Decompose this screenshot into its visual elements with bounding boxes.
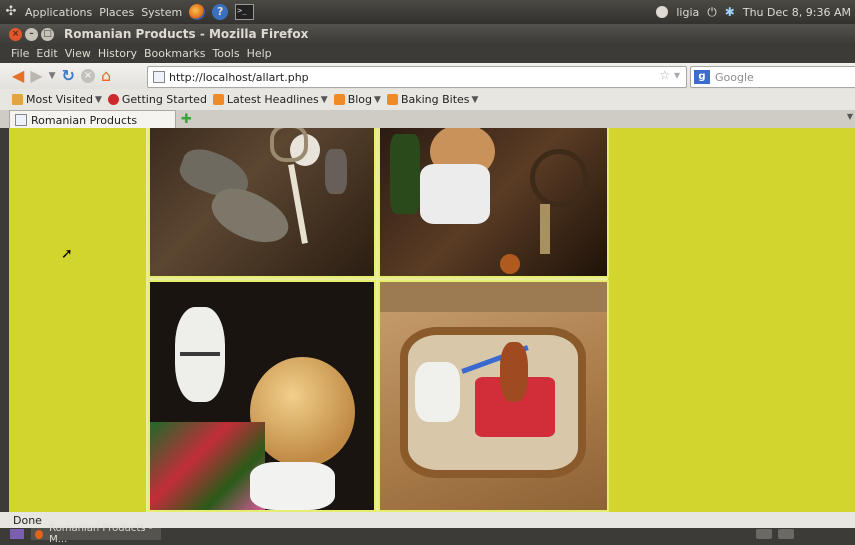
search-placeholder[interactable]: Google xyxy=(715,71,754,84)
bookmark-baking-bites[interactable]: Baking Bites ▼ xyxy=(386,93,479,106)
maximize-window-icon[interactable]: □ xyxy=(41,27,54,41)
taskbar-window-button[interactable]: Romanian Products - M... xyxy=(31,523,161,545)
rss-icon xyxy=(333,94,345,105)
url-text[interactable]: http://localhost/allart.php xyxy=(169,71,309,84)
places-menu[interactable]: Places xyxy=(99,6,134,19)
system-menu[interactable]: System xyxy=(141,6,182,19)
url-bar[interactable]: http://localhost/allart.php ☆ ▾ xyxy=(147,66,687,88)
menu-file[interactable]: File xyxy=(11,47,29,60)
new-tab-icon[interactable]: ✚ xyxy=(181,112,192,127)
menu-edit[interactable]: Edit xyxy=(36,47,57,60)
navigation-toolbar: ◀ ▶ ▼ ↻ × ⌂ http://localhost/allart.php … xyxy=(0,63,855,89)
firefox-icon xyxy=(107,94,119,105)
minimize-window-icon[interactable]: – xyxy=(25,27,38,41)
history-dropdown-icon[interactable]: ▼ xyxy=(49,66,56,86)
menu-history[interactable]: History xyxy=(98,47,137,60)
site-identity-icon[interactable] xyxy=(153,71,165,83)
tab-romanian-products[interactable]: Romanian Products xyxy=(9,110,176,129)
search-input[interactable]: g Google xyxy=(690,66,855,88)
bookmark-most-visited[interactable]: Most Visited ▼ xyxy=(12,93,102,106)
firefox-launcher-icon[interactable] xyxy=(189,4,206,20)
bookmark-label: Baking Bites xyxy=(400,93,470,106)
trash-icon[interactable] xyxy=(778,529,794,539)
window-title: Romanian Products - Mozilla Firefox xyxy=(64,27,309,41)
tab-list-icon[interactable]: ▼ xyxy=(847,112,853,121)
chevron-down-icon: ▼ xyxy=(320,94,328,105)
menu-view[interactable]: View xyxy=(65,47,91,60)
help-icon[interactable]: ? xyxy=(212,4,229,20)
bookmark-blog[interactable]: Blog ▼ xyxy=(333,93,381,106)
photo-jug-and-bread[interactable] xyxy=(148,280,376,512)
top-panel: ✣ Applications Places System ? >_ ligia … xyxy=(0,0,855,24)
bookmark-label: Blog xyxy=(347,93,373,106)
window-titlebar[interactable]: × – □ Romanian Products - Mozilla Firefo… xyxy=(0,24,855,44)
bookmark-latest-headlines[interactable]: Latest Headlines ▼ xyxy=(212,93,328,106)
menu-bar: File Edit View History Bookmarks Tools H… xyxy=(0,44,855,63)
back-arrow-icon[interactable]: ◀ xyxy=(12,66,24,86)
page-content: ➚ xyxy=(9,128,855,512)
mouse-cursor-icon: ➚ xyxy=(61,246,73,262)
photo-basket-with-items[interactable] xyxy=(378,280,609,512)
chevron-down-icon: ▼ xyxy=(471,94,479,105)
bottom-panel: Romanian Products - M... xyxy=(0,523,855,545)
taskbar-window-label: Romanian Products - M... xyxy=(49,523,153,545)
rss-icon xyxy=(386,94,398,105)
firefox-icon xyxy=(35,529,44,539)
bookmark-getting-started[interactable]: Getting Started xyxy=(107,93,207,106)
clock[interactable]: Thu Dec 8, 9:36 AM xyxy=(743,6,851,19)
photo-costume-and-spinning-wheel[interactable] xyxy=(378,128,609,278)
menu-tools[interactable]: Tools xyxy=(212,47,239,60)
photo-gallery xyxy=(146,128,609,512)
chevron-down-icon: ▼ xyxy=(94,94,102,105)
chevron-down-icon: ▼ xyxy=(374,94,381,105)
power-icon[interactable]: ⏻ xyxy=(707,5,717,20)
user-name[interactable]: ligia xyxy=(676,6,699,19)
show-desktop-icon[interactable] xyxy=(10,529,24,539)
bookmarks-toolbar: Most Visited ▼ Getting Started Latest He… xyxy=(0,89,855,110)
stop-icon[interactable]: × xyxy=(80,69,95,83)
rss-icon xyxy=(212,94,224,105)
bookmark-label: Getting Started xyxy=(121,93,207,106)
home-icon[interactable]: ⌂ xyxy=(101,66,111,86)
tab-strip: Romanian Products ✚ ▼ xyxy=(0,110,855,129)
page-icon xyxy=(15,114,27,126)
user-icon xyxy=(656,6,669,18)
bookmark-label: Latest Headlines xyxy=(226,93,319,106)
network-icon[interactable]: ✱ xyxy=(725,5,735,19)
photo-old-shoes-and-tools[interactable] xyxy=(148,128,376,278)
bookmark-label: Most Visited xyxy=(26,93,93,106)
folder-icon xyxy=(12,94,23,105)
menu-help[interactable]: Help xyxy=(247,47,272,60)
close-window-icon[interactable]: × xyxy=(9,27,22,41)
tab-label: Romanian Products xyxy=(31,113,138,127)
terminal-icon[interactable]: >_ xyxy=(235,4,255,20)
applications-menu[interactable]: Applications xyxy=(25,6,92,19)
status-text: Done xyxy=(13,513,42,527)
search-engine-icon[interactable]: g xyxy=(694,70,710,84)
forward-arrow-icon[interactable]: ▶ xyxy=(30,66,42,86)
workspace-switcher-icon[interactable] xyxy=(756,529,772,539)
applications-icon: ✣ xyxy=(5,4,17,19)
reload-icon[interactable]: ↻ xyxy=(62,66,75,86)
menu-bookmarks[interactable]: Bookmarks xyxy=(144,47,205,60)
bookmark-star-icon[interactable]: ☆ ▾ xyxy=(659,68,680,82)
